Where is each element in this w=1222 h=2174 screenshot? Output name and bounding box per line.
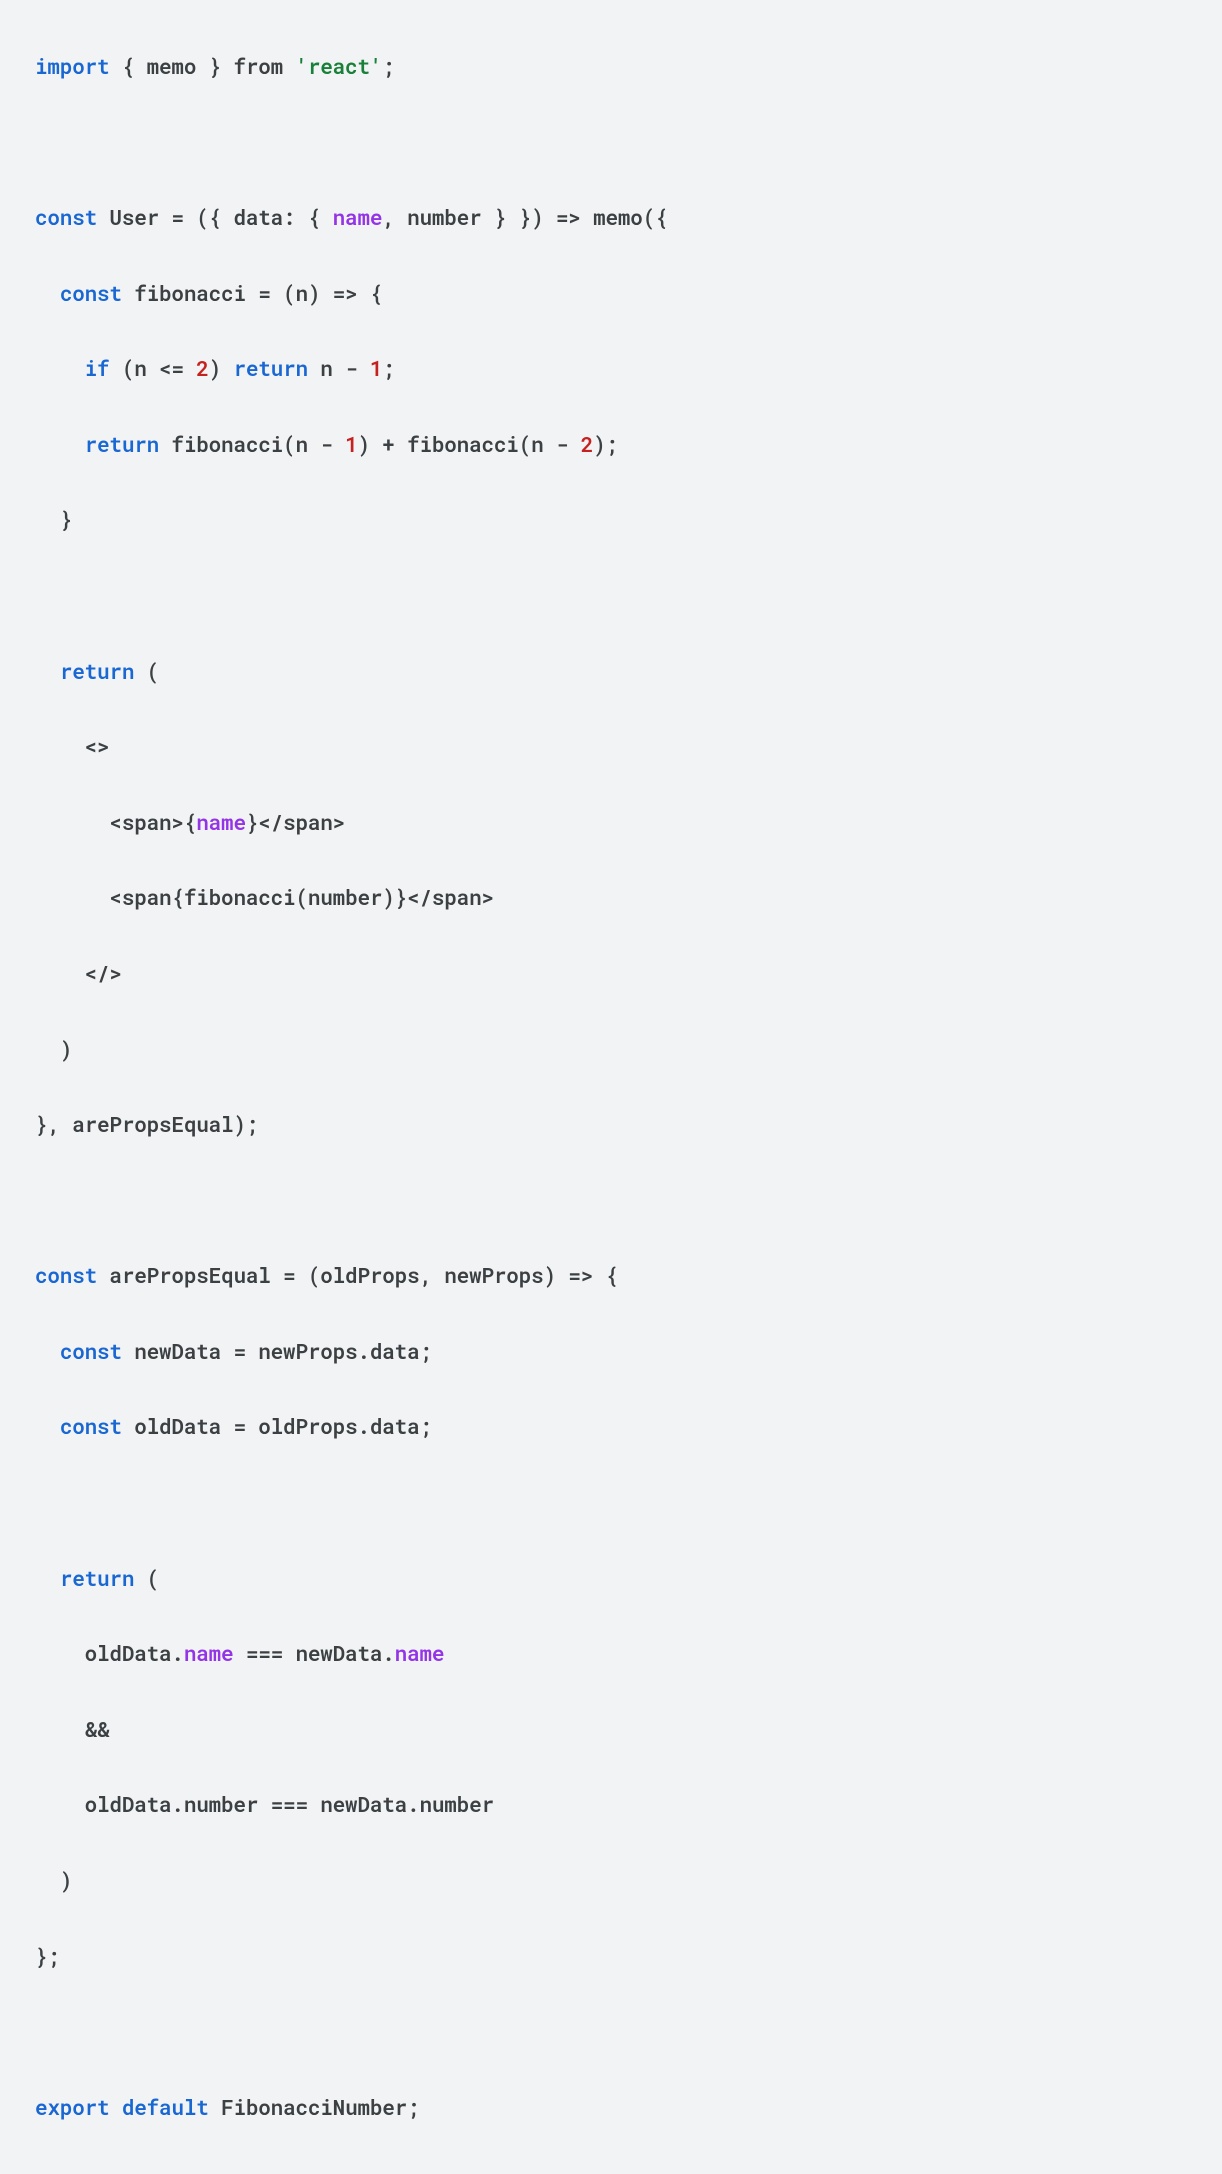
number-literal: 1 [370,354,382,382]
code-text: ) [209,354,234,382]
property-name: name [333,203,383,231]
keyword-const: const [35,203,97,231]
property-name: name [184,1639,234,1667]
code-text: ); [593,430,618,458]
code-line: return fibonacci(n - 1) + fibonacci(n - … [35,426,1187,464]
code-indent [35,1564,60,1592]
jsx-fragment: <> [35,732,109,760]
code-indent [35,430,85,458]
keyword-const: const [35,1261,97,1289]
code-text: oldData.number === newData.number [35,1790,494,1818]
code-line: const arePropsEqual = (oldProps, newProp… [35,1257,1187,1295]
code-text: FibonacciNumber; [209,2093,420,2121]
keyword-return: return [60,657,134,685]
code-text: ; [382,52,394,80]
code-line: return ( [35,1560,1187,1598]
number-literal: 2 [196,354,208,382]
code-line: return ( [35,653,1187,691]
property-name: name [196,808,246,836]
keyword-export: export [35,2093,109,2121]
code-line-empty [35,1484,1187,1522]
code-text: arePropsEqual = (oldProps, newProps) => … [97,1261,618,1289]
code-text: } [35,505,72,533]
code-line: ) [35,1862,1187,1900]
keyword-return: return [60,1564,134,1592]
code-text: ) + fibonacci(n - [357,430,580,458]
code-text: , number } }) => memo({ [382,203,667,231]
jsx-fragment-close: </> [35,959,122,987]
code-text: ( [134,657,159,685]
code-indent [35,1412,60,1440]
keyword-import: import [35,52,109,80]
code-text: (n <= [109,354,196,382]
number-literal: 2 [581,430,593,458]
code-text: n - [308,354,370,382]
code-indent [35,657,60,685]
code-text: }, arePropsEqual); [35,1110,258,1138]
property-name: name [395,1639,445,1667]
code-line: <> [35,728,1187,766]
jsx-tag: </span> [407,883,494,911]
code-indent [35,279,60,307]
code-text: ) [35,1866,72,1894]
string-literal: 'react' [295,52,382,80]
code-text: }; [35,1942,60,1970]
code-line: const fibonacci = (n) => { [35,275,1187,313]
code-line: const User = ({ data: { name, number } }… [35,199,1187,237]
code-text: fibonacci(n - [159,430,345,458]
code-text: newData = newProps.data; [122,1337,432,1365]
code-line: && [35,1711,1187,1749]
code-text: && [35,1715,109,1743]
code-indent [35,883,109,911]
code-text: {fibonacci(number)} [171,883,407,911]
code-indent [35,354,85,382]
keyword-if: if [85,354,110,382]
code-line: const oldData = oldProps.data; [35,1408,1187,1446]
code-line: ) [35,1031,1187,1069]
jsx-tag: <span [109,883,171,911]
code-line: </> [35,955,1187,993]
keyword-const: const [60,279,122,307]
code-text: oldData = oldProps.data; [122,1412,432,1440]
code-text: } [246,808,258,836]
code-line: <span>{name}</span> [35,804,1187,842]
keyword-return: return [85,430,159,458]
code-text: fibonacci = (n) => { [122,279,382,307]
code-line: const newData = newProps.data; [35,1333,1187,1371]
code-text: oldData. [35,1639,184,1667]
code-line: } [35,501,1187,539]
code-line: }; [35,1938,1187,1976]
code-line: if (n <= 2) return n - 1; [35,350,1187,388]
code-text: ) [35,1035,72,1063]
number-literal: 1 [345,430,357,458]
jsx-tag: </span> [258,808,345,836]
code-indent [35,808,109,836]
code-line-empty [35,577,1187,615]
keyword-default: default [122,2093,209,2121]
code-line: }, arePropsEqual); [35,1106,1187,1144]
code-text [109,2093,121,2121]
code-block: import { memo } from 'react'; const User… [35,10,1187,2164]
code-text: { [184,808,196,836]
code-text: ( [134,1564,159,1592]
code-text: User = ({ data: { [97,203,333,231]
code-line: export default FibonacciNumber; [35,2089,1187,2127]
code-text: { memo } from [109,52,295,80]
code-text: ; [382,354,394,382]
code-line: oldData.name === newData.name [35,1635,1187,1673]
jsx-tag: <span> [109,808,183,836]
code-indent [35,1337,60,1365]
code-line: import { memo } from 'react'; [35,48,1187,86]
code-text: === newData. [233,1639,394,1667]
code-line-empty [35,123,1187,161]
code-line: <span{fibonacci(number)}</span> [35,879,1187,917]
code-line-empty [35,1182,1187,1220]
keyword-return: return [233,354,307,382]
code-line-empty [35,2013,1187,2051]
code-line: oldData.number === newData.number [35,1786,1187,1824]
keyword-const: const [60,1337,122,1365]
keyword-const: const [60,1412,122,1440]
